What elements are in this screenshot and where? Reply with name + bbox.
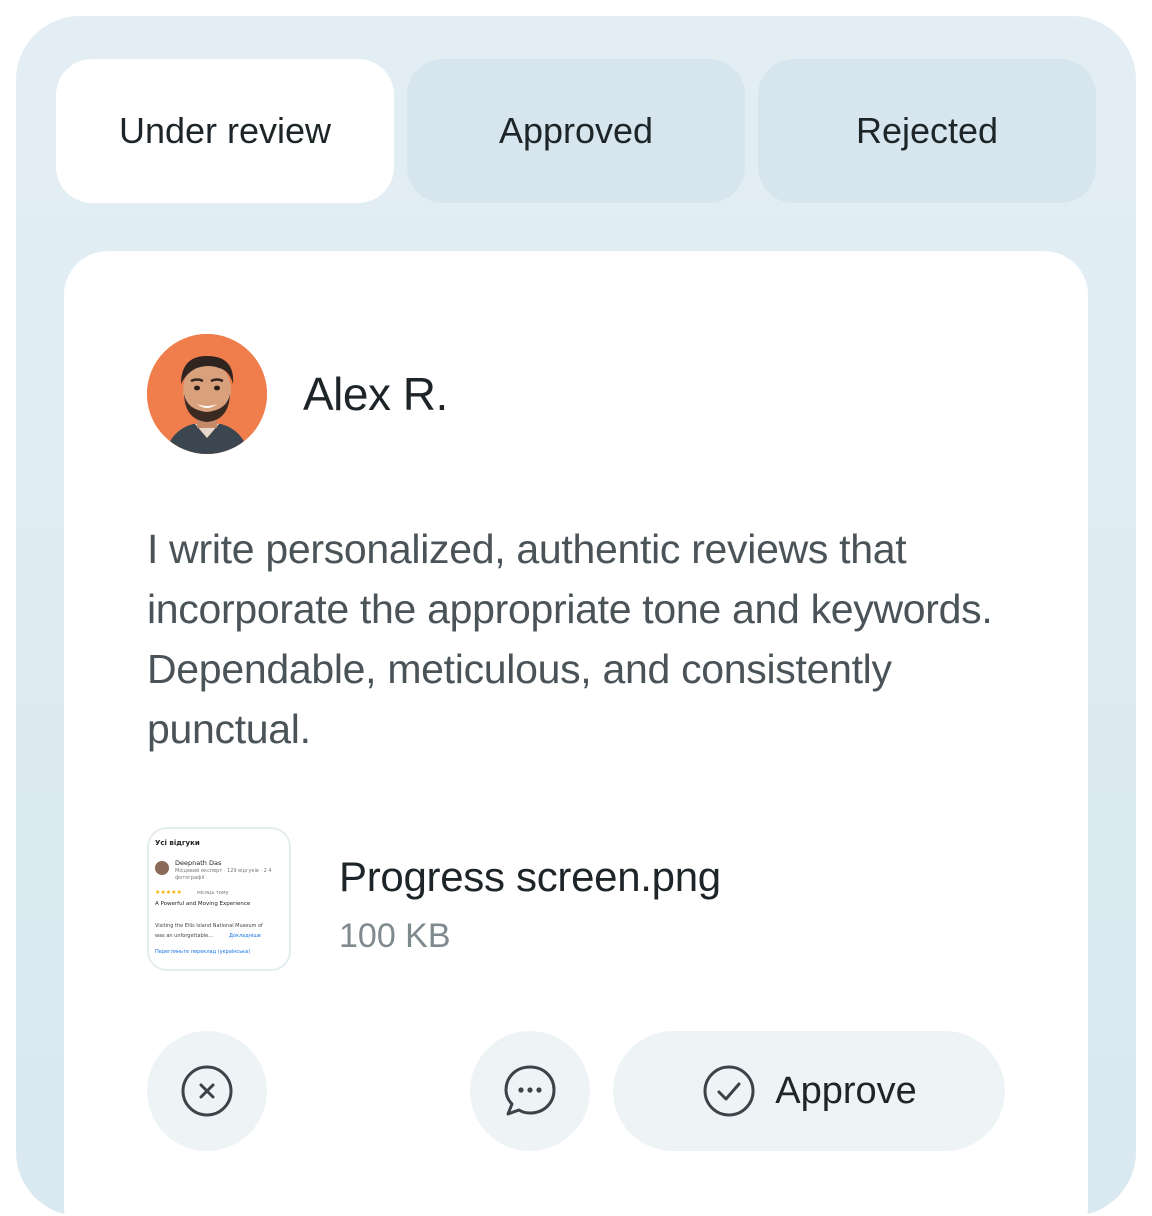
- thumb-reviewer: Deepnath Das: [175, 859, 222, 867]
- tab-approved[interactable]: Approved: [407, 59, 745, 203]
- tab-under-review[interactable]: Under review: [56, 59, 394, 203]
- review-card: Alex R. I write personalized, authentic …: [64, 251, 1088, 1216]
- review-text: I write personalized, authentic reviews …: [147, 526, 993, 752]
- author-name: Alex R.: [303, 368, 448, 420]
- reject-button[interactable]: [147, 1031, 267, 1151]
- attachment-thumbnail[interactable]: Усі відгуки Deepnath Das Місцевий експер…: [147, 827, 291, 971]
- thumb-reviewer-meta: Місцевий експерт · 129 відгуків · 2 4: [175, 868, 272, 874]
- thumb-heading: Усі відгуки: [155, 839, 200, 847]
- thumb-review-line1: Visiting the Ellis Island National Museu…: [155, 923, 263, 929]
- close-circle-icon: [181, 1065, 233, 1117]
- thumb-stars: ★★★★★: [155, 889, 182, 896]
- attachment-file-size: 100 KB: [339, 917, 451, 955]
- approve-label: Approve: [775, 1069, 917, 1112]
- review-panel: Under review Approved Rejected Alex R. I…: [16, 16, 1136, 1216]
- thumb-reviewer-meta2: фотографії: [175, 875, 205, 881]
- avatar-photo: [147, 334, 267, 454]
- status-tabs: Under review Approved Rejected: [56, 59, 1096, 203]
- attachment-file-name[interactable]: Progress screen.png: [339, 853, 721, 901]
- thumb-review-title: A Powerful and Moving Experience: [155, 901, 251, 907]
- approve-button[interactable]: Approve: [613, 1031, 1005, 1151]
- tab-rejected[interactable]: Rejected: [758, 59, 1096, 203]
- avatar: [147, 334, 267, 454]
- check-circle-icon: [703, 1065, 755, 1117]
- chat-bubble-icon: [504, 1065, 556, 1116]
- thumb-rating-date: місяць тому: [197, 890, 229, 896]
- thumb-review-line2: was an unforgettable...: [155, 933, 213, 939]
- thumb-translate-link: Перегляньте переклад (українська): [155, 949, 251, 955]
- thumb-avatar: [155, 861, 169, 875]
- comment-button[interactable]: [470, 1031, 590, 1151]
- thumb-more-link: Докладніше: [229, 933, 262, 939]
